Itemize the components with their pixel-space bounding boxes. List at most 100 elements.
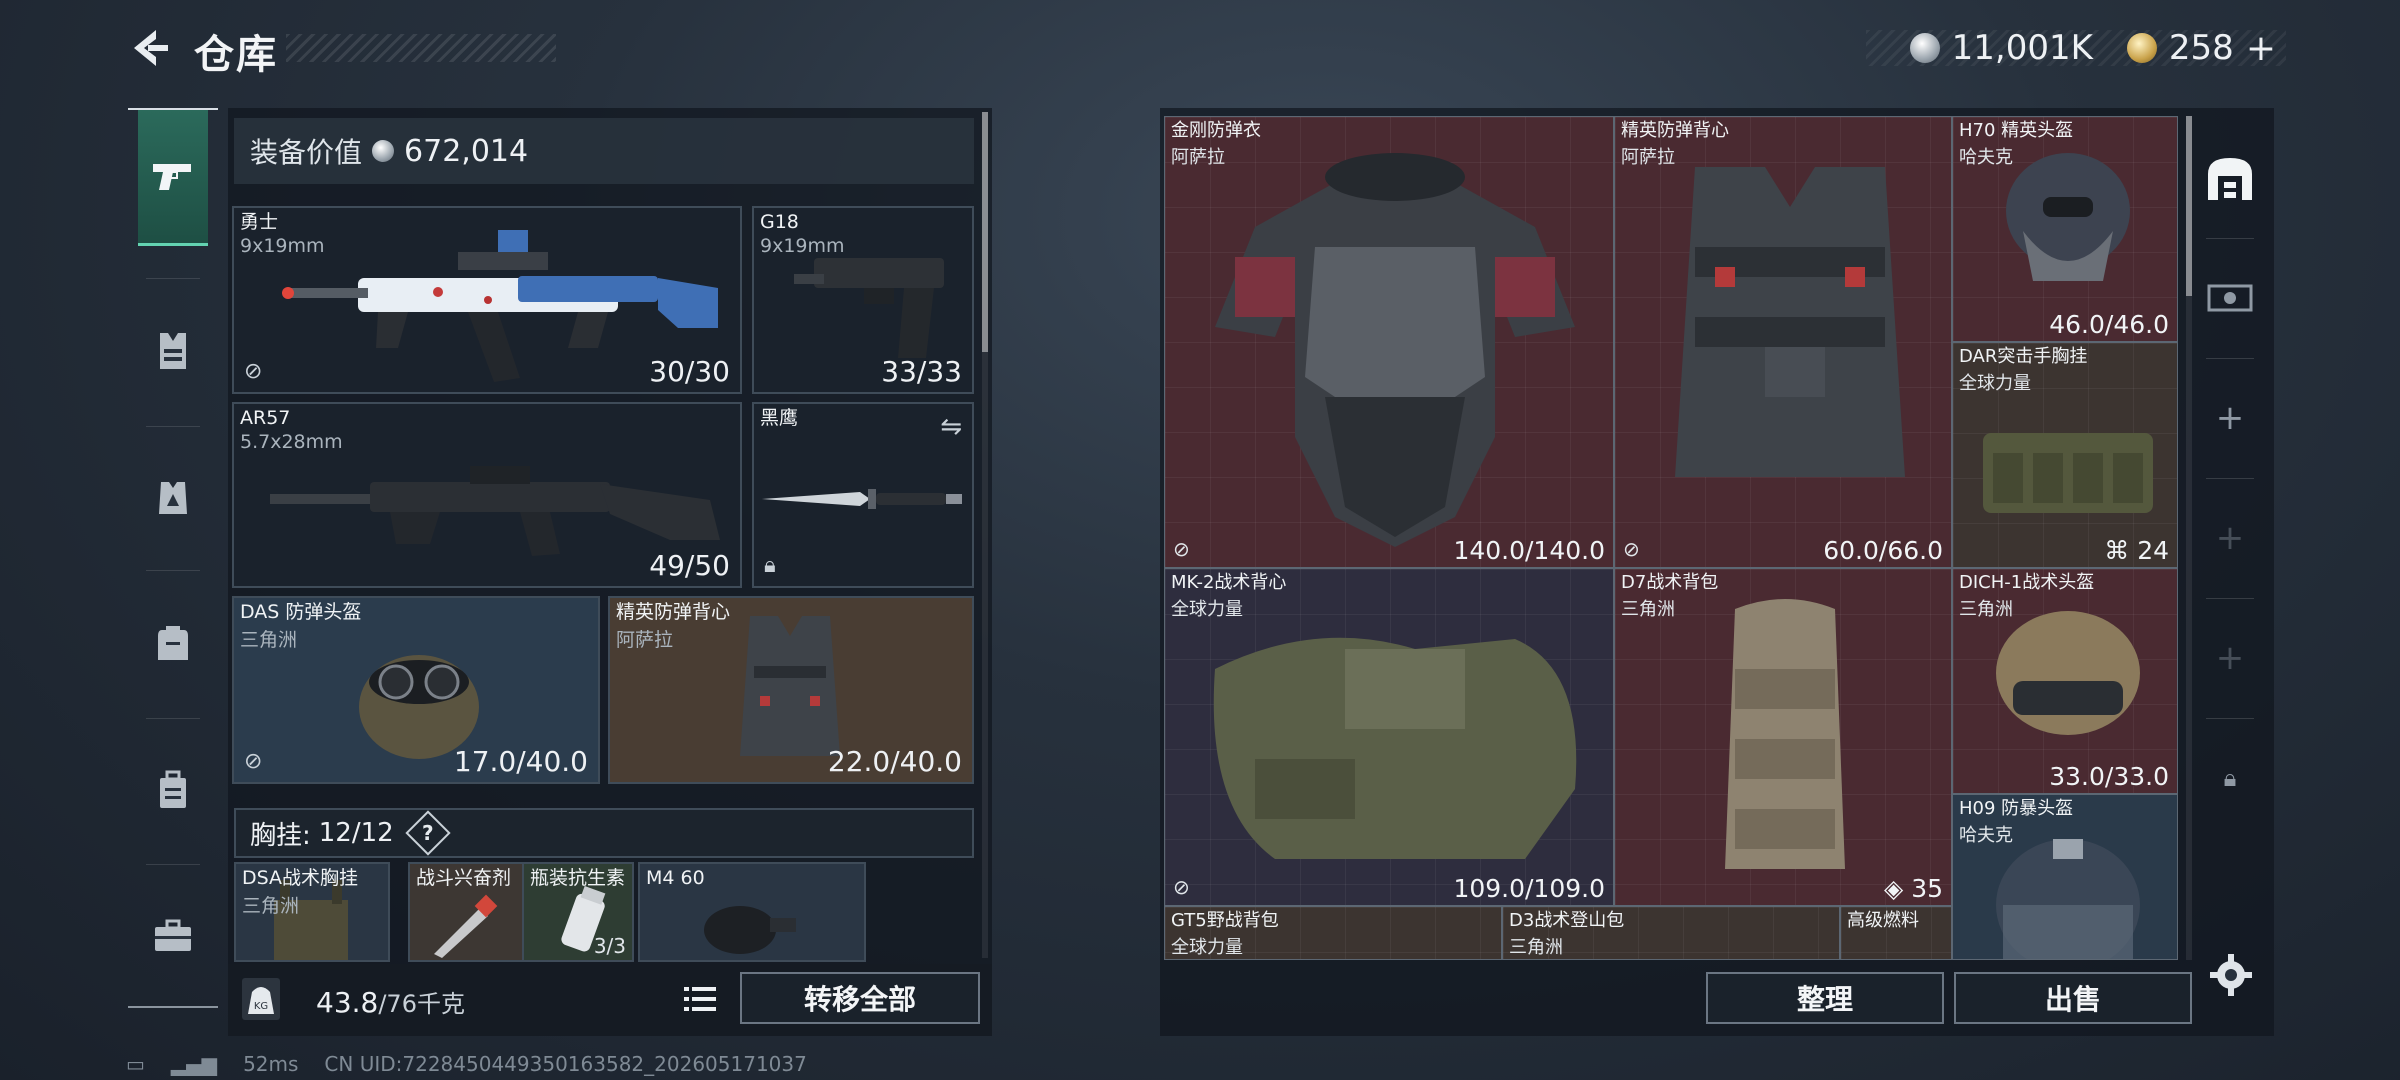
item-name: 金刚防弹衣: [1171, 120, 1261, 141]
weapon-caliber: 5.7x28mm: [240, 431, 343, 453]
item-name: D7战术背包: [1621, 572, 1719, 593]
storage-item[interactable]: 高级燃料: [1840, 906, 1952, 960]
weight-value-row: 43.8/76千克: [316, 984, 465, 1019]
armor-slot[interactable]: 精英防弹背心 阿萨拉 22.0/40.0: [608, 596, 974, 784]
silver-coin-icon: [372, 140, 395, 162]
helmet-image: [2006, 153, 2130, 281]
list-icon: [684, 987, 716, 1011]
storage-item[interactable]: 金刚防弹衣 阿萨拉 ⊘ 140.0/140.0: [1164, 116, 1614, 568]
nav-weapons[interactable]: [138, 110, 208, 246]
title-decoration: [286, 34, 556, 62]
loadout-scrollbar[interactable]: [982, 112, 988, 958]
back-button[interactable]: [126, 26, 170, 70]
list-view-button[interactable]: [676, 976, 724, 1022]
equipment-value: 672,014: [404, 133, 529, 169]
cash-icon: [2207, 284, 2253, 312]
item-faction: 全球力量: [1959, 373, 2031, 394]
nav-armor[interactable]: [138, 430, 208, 566]
item-faction: 全球力量: [1171, 599, 1243, 620]
rig-item[interactable]: 瓶装抗生素 3/3: [522, 862, 634, 962]
item-name: DAR突击手胸挂: [1959, 346, 2088, 367]
backpack-icon: ◈: [1884, 874, 1912, 903]
settings-button[interactable]: [2208, 952, 2258, 1002]
storage-tab-cash[interactable]: [2196, 248, 2264, 348]
weapon-name: 黑鹰: [760, 407, 799, 429]
status-footer: ▭ ▂▄▆ 52ms CN UID:722845044935016358​2_2…: [126, 1052, 807, 1076]
rig-item[interactable]: M4 60: [638, 862, 866, 962]
gold-currency-value: 258: [2168, 28, 2234, 68]
rig-icon: ⌘: [2104, 536, 2138, 565]
weapon-name: AR57: [240, 407, 291, 429]
storage-scrollbar[interactable]: [2186, 116, 2192, 960]
currency-bar: 11,001K 258 +: [1866, 28, 2286, 69]
item-name: H70 精英头盔: [1959, 120, 2074, 141]
armor-faction: 阿萨拉: [616, 629, 674, 651]
item-faction: 阿萨拉: [1171, 147, 1225, 168]
sort-button[interactable]: 整理: [1706, 972, 1944, 1024]
pistol-icon: [153, 163, 191, 190]
storage-item[interactable]: H70 精英头盔 哈夫克 46.0/46.0: [1952, 116, 2178, 342]
item-faction: 阿萨拉: [1621, 147, 1675, 168]
add-currency-button[interactable]: +: [2246, 28, 2276, 69]
storage-item[interactable]: DICH-1战术头盔 三角洲 33.0/33.0: [1952, 568, 2178, 794]
storage-tab-locked[interactable]: 🔒︎: [2196, 728, 2264, 828]
sell-button[interactable]: 出售: [1954, 972, 2192, 1024]
storage-tab-add-1[interactable]: +: [2196, 368, 2264, 468]
storage-item[interactable]: D3战术登山包 三角洲: [1502, 906, 1840, 960]
weapon-caliber: 9x19mm: [760, 235, 845, 257]
add-icon: +: [2215, 398, 2245, 438]
item-name: MK-2战术背心: [1171, 572, 1287, 593]
back-arrow-icon: [134, 30, 168, 66]
storage-tab-nav: + + + 🔒︎: [2196, 108, 2264, 908]
add-icon: +: [2215, 518, 2245, 558]
silver-coin-icon: [1909, 33, 1940, 63]
item-capacity: ◈ 35: [1884, 874, 1943, 903]
transfer-all-button[interactable]: 转移全部: [740, 972, 980, 1024]
nav-bottom-line: [128, 1006, 218, 1008]
item-name: 精英防弹背心: [1621, 120, 1729, 141]
rig-help-button[interactable]: ?: [405, 810, 451, 856]
tactical-vest-image: [1213, 637, 1577, 859]
weapon-durability: 49/50: [649, 549, 730, 582]
storage-item[interactable]: MK-2战术背心 全球力量 ⊘ 109.0/109.0: [1164, 568, 1614, 906]
storage-tab-add-2[interactable]: +: [2196, 488, 2264, 588]
tertiary-weapon-slot[interactable]: AR57 5.7x28mm 49/50: [232, 402, 742, 588]
nav-safe-case[interactable]: [138, 722, 208, 858]
helmet-slot[interactable]: DAS 防弹头盔 三角洲 ⊘ 17.0/40.0: [232, 596, 600, 784]
nav-toolbox[interactable]: [138, 868, 208, 1004]
melee-slot[interactable]: 黑鹰 ⇋ 🔒︎: [752, 402, 974, 588]
no-insure-icon: ⊘: [244, 749, 263, 774]
nav-backpack[interactable]: [138, 574, 208, 710]
backpack-image: [1725, 599, 1845, 869]
nav-chest-rig[interactable]: [138, 283, 208, 419]
rig-item-name: M4 60: [646, 867, 705, 889]
rig-item-name: 战斗兴奋剂: [416, 867, 512, 889]
rig-item[interactable]: 战斗兴奋剂: [408, 862, 524, 962]
storage-item[interactable]: D7战术背包 三角洲 ◈ 35: [1614, 568, 1952, 906]
item-durability: 140.0/140.0: [1453, 536, 1605, 565]
rig-item[interactable]: DSA战术胸挂 三角洲: [234, 862, 390, 962]
storage-tab-main[interactable]: [2196, 128, 2264, 228]
storage-tab-add-3[interactable]: +: [2196, 608, 2264, 708]
storage-item[interactable]: DAR突击手胸挂 全球力量 ⌘ 24: [1952, 342, 2178, 568]
backpack-icon: [158, 626, 188, 660]
swap-icon[interactable]: ⇋: [940, 412, 962, 442]
storage-item[interactable]: 精英防弹背心 阿萨拉 ⊘ 60.0/66.0: [1614, 116, 1952, 568]
secondary-weapon-slot[interactable]: G18 9x19mm 33/33: [752, 206, 974, 394]
item-durability: 46.0/46.0: [2049, 310, 2169, 339]
helmet-faction: 三角洲: [240, 629, 298, 651]
primary-weapon-slot[interactable]: 勇士 9x19mm ⊘ 30/30: [232, 206, 742, 394]
left-category-nav: [128, 108, 218, 1008]
item-name: H09 防暴头盔: [1959, 798, 2074, 819]
rig-icon: [160, 333, 186, 369]
helmet-name: DAS 防弹头盔: [240, 601, 362, 623]
knife-image: [762, 489, 962, 509]
weapon-name: G18: [760, 211, 799, 233]
armor-durability: 22.0/40.0: [827, 745, 962, 778]
storage-item[interactable]: GT5野战背包 全球力量: [1164, 906, 1502, 960]
storage-item[interactable]: H09 防暴头盔 哈夫克: [1952, 794, 2178, 960]
armor-name: 精英防弹背心: [616, 601, 731, 623]
item-name: 高级燃料: [1847, 910, 1919, 931]
gear-icon: [2210, 954, 2252, 996]
rig-item-count: 3/3: [593, 934, 626, 958]
